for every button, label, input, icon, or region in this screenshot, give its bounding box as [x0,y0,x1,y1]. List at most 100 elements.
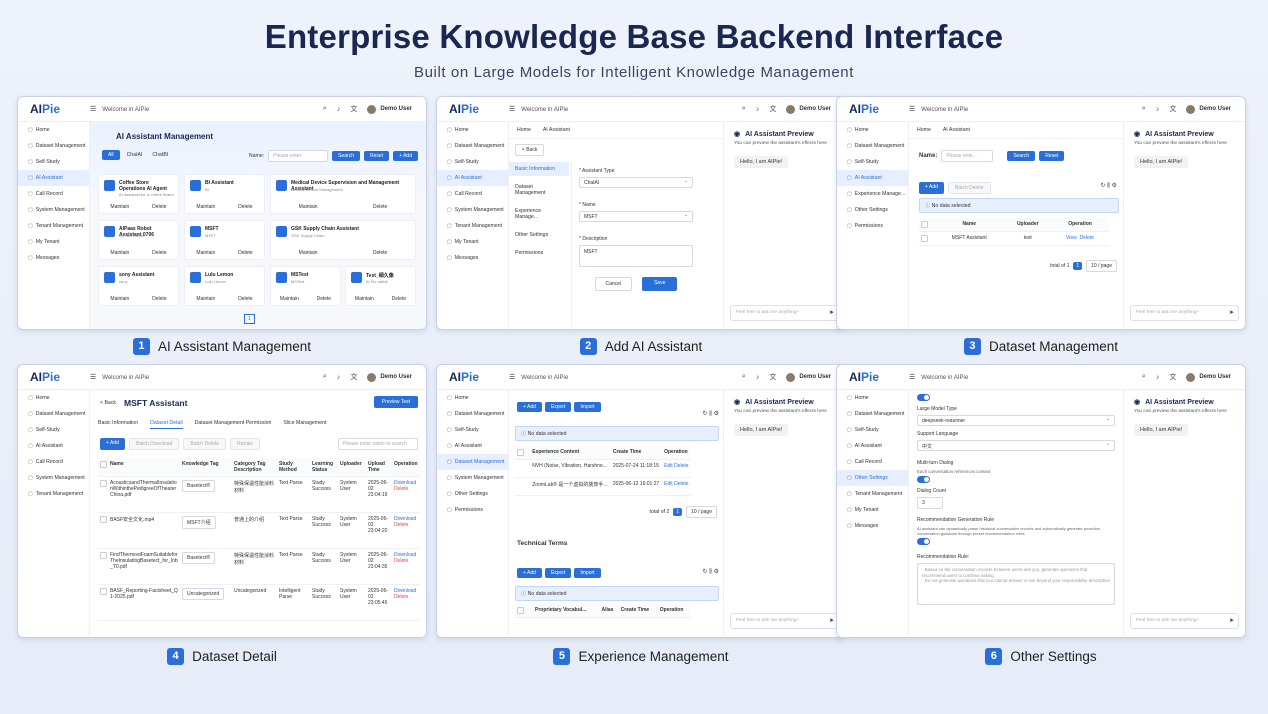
delete-button[interactable]: Delete [392,296,406,302]
delete-button[interactable]: Delete [238,250,252,256]
batch-delete-button[interactable]: Batch Delete [183,438,226,450]
row-checkbox[interactable] [100,480,107,487]
delete-button[interactable]: Delete [238,204,252,210]
delete-button[interactable]: Delete [373,250,387,256]
search-icon[interactable]: ⌕ [742,373,746,381]
sidebar-item-self-study[interactable]: Self-Study [437,154,508,170]
sidebar-item-permissions[interactable]: Permissions [837,218,908,234]
avatar[interactable] [367,104,377,114]
sidebar-item-system[interactable]: System Management [18,470,89,486]
sidebar-item-tenant[interactable]: Tenant Management [837,486,908,502]
translate-icon[interactable]: 文 [350,104,357,114]
dialog-count-input[interactable]: 3 [917,497,943,509]
sidebar-item-ai-assistant[interactable]: AI Assistant [837,170,908,186]
row-checkbox[interactable] [100,588,107,595]
tag-select[interactable]: Basetect® [182,552,216,564]
avatar[interactable] [786,372,796,382]
avatar[interactable] [1186,372,1196,382]
add-button[interactable]: + Add [517,402,542,412]
add-button[interactable]: + Add [393,151,418,161]
bell-icon[interactable]: ♪ [756,374,760,381]
column-icon[interactable]: ⫼ [709,411,712,417]
retrain-button[interactable]: Retrain [230,438,261,450]
maintain-button[interactable]: Maintain [196,250,215,256]
sidebar-item-messages[interactable]: Messages [837,518,908,534]
table-row[interactable]: AcousticsandThermalInsulationWithinthePe… [98,476,420,513]
avatar[interactable] [1186,104,1196,114]
assistant-type-select[interactable]: ChatAI [579,177,693,188]
chat-input[interactable]: Feel free to ask me anything~ [730,613,839,629]
search-icon[interactable]: ⌕ [323,373,327,381]
delete-button[interactable]: Delete [152,204,166,210]
sidebar-item-dataset[interactable]: Dataset Management [837,406,908,422]
export-button[interactable]: Export [544,402,572,412]
maintain-button[interactable]: Maintain [110,204,129,210]
sidebar-item-home[interactable]: Home [837,122,908,138]
assistant-card[interactable]: Coffee Store Operations AI Agent AI Assis… [98,174,179,214]
chat-input[interactable]: Feel free to ask me anything~ [1130,305,1239,321]
assistant-card[interactable]: sony Assistant sony Maintain Delete [98,266,179,306]
translate-icon[interactable]: 文 [769,372,776,382]
maintain-button[interactable]: Maintain [280,296,299,302]
sidebar-item-ai-assistant[interactable]: AI Assistant [18,170,89,186]
assistant-card[interactable]: MSTest MSTest Maintain Delete [270,266,341,306]
sidebar-item-call-record[interactable]: Call Record [837,454,908,470]
page-number[interactable]: 1 [673,508,683,516]
user-name[interactable]: Demo User [1199,106,1231,112]
tab-basic-info[interactable]: Basic Information [98,420,138,429]
sidebar-item-home[interactable]: Home [437,122,508,138]
sidebar-item-experience[interactable]: Experience Manage... [837,186,908,202]
edit-link[interactable]: Edit [664,481,673,487]
delete-link[interactable]: Delete [394,486,418,492]
row-checkbox[interactable] [100,552,107,559]
export-term-button[interactable]: Export [544,568,572,578]
sidebar-item-self-study[interactable]: Self-Study [18,422,89,438]
sidebar-item-ai-assistant[interactable]: AI Assistant [837,438,908,454]
avatar[interactable] [786,104,796,114]
model-type-select[interactable]: deepseek-reasoner [917,415,1115,426]
sidebar-item-home[interactable]: Home [18,390,89,406]
sidebar-item-ai-assistant[interactable]: AI Assistant [437,170,508,186]
add-button[interactable]: + Add [919,182,944,194]
view-link[interactable]: View [1066,235,1077,241]
maintain-button[interactable]: Maintain [299,250,318,256]
assistant-card[interactable]: BI Assistant BI Maintain Delete [184,174,265,214]
bell-icon[interactable]: ♪ [337,106,341,113]
table-row[interactable]: BASF安全文化.mp4 MSFT介绍 普通上的介绍 Text Parse Study … [98,512,420,549]
delete-link[interactable]: Delete [674,463,688,469]
tab-chatbi[interactable]: ChatBI [149,150,171,160]
delete-button[interactable]: Delete [152,250,166,256]
sidebar-item-self-study[interactable]: Self-Study [837,422,908,438]
sidebar-item-dataset-management[interactable]: Dataset Management [437,454,508,470]
sidebar-item-tenant[interactable]: Tenant Management [437,218,508,234]
sidebar-item-permissions[interactable]: Permissions [437,502,508,518]
import-term-button[interactable]: Import [574,568,601,578]
tab-dataset-detail[interactable]: Dataset Detail [150,420,183,429]
toggle-enable[interactable] [917,394,930,401]
sidebar-item-ai-assistant[interactable]: AI Assistant [437,438,508,454]
name-input[interactable]: Please enter [268,150,329,162]
page-size-select[interactable]: 10 / page [686,506,717,518]
add-button[interactable]: + Add [100,438,125,450]
maintain-button[interactable]: Maintain [355,296,374,302]
breadcrumb-home[interactable]: Home [517,127,531,133]
delete-link[interactable]: Delete [1080,235,1094,241]
page-number[interactable]: 1 [244,314,255,324]
delete-link[interactable]: Delete [394,558,418,564]
sidebar-item-system[interactable]: System Management [18,202,89,218]
sidebar-item-dataset[interactable]: Dataset Management [437,406,508,422]
reset-button[interactable]: Reset [1039,151,1065,161]
delete-button[interactable]: Delete [373,204,387,210]
search-button[interactable]: Search [1007,151,1036,161]
sidebar-item-call-record[interactable]: Call Record [437,186,508,202]
delete-button[interactable]: Delete [152,296,166,302]
subnav-experience[interactable]: Experience Manage... [509,204,569,224]
table-row[interactable]: ZoomLab® 是一个虚拟的装饰手... 2025-06-12 16:01:27… [515,477,691,496]
sidebar-item-tenant[interactable]: Tenant Management [18,218,89,234]
chat-input[interactable]: Feel free to ask me anything~ [730,305,839,321]
maintain-button[interactable]: Maintain [110,296,129,302]
sidebar-item-self-study[interactable]: Self-Study [837,154,908,170]
assistant-card[interactable]: AIPaas Robot Assistant 0706 AIPaas Robot M… [98,220,179,260]
user-name[interactable]: Demo User [799,374,831,380]
search-icon[interactable]: ⌕ [1142,373,1146,381]
